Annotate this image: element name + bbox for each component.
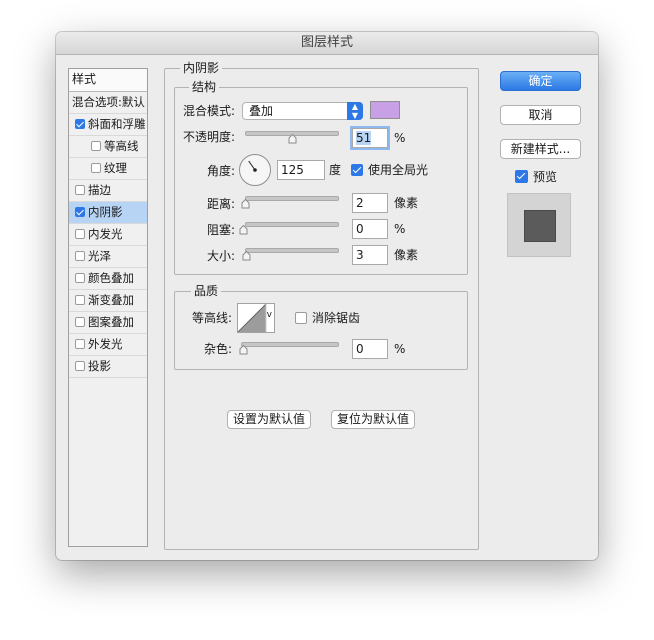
noise-label: 杂色: bbox=[203, 342, 232, 356]
contour-label: 等高线: bbox=[191, 311, 232, 325]
size-input[interactable]: 3 bbox=[352, 245, 388, 265]
global-light-checkbox[interactable] bbox=[351, 164, 363, 176]
ok-button[interactable]: 确定 bbox=[500, 71, 581, 91]
size-label: 大小: bbox=[206, 249, 235, 263]
style-item-label: 内发光 bbox=[88, 227, 123, 241]
style-list-item[interactable]: 斜面和浮雕 bbox=[69, 114, 147, 136]
style-item-checkbox[interactable] bbox=[75, 361, 85, 371]
choke-unit: % bbox=[394, 222, 406, 236]
style-item-checkbox[interactable] bbox=[75, 273, 85, 283]
contour-picker[interactable]: v bbox=[237, 303, 275, 333]
dialog-title: 图层样式 bbox=[56, 32, 598, 55]
choke-label: 阻塞: bbox=[206, 223, 235, 237]
style-item-checkbox[interactable] bbox=[75, 251, 85, 261]
angle-unit: 度 bbox=[329, 163, 342, 177]
noise-slider-thumb[interactable] bbox=[239, 345, 248, 355]
quality-group: 品质 等高线: v 消除锯齿 杂色: 0 % bbox=[174, 284, 468, 370]
style-item-label: 描边 bbox=[88, 183, 111, 197]
choke-slider-track[interactable] bbox=[245, 222, 339, 227]
style-item-label: 外发光 bbox=[88, 337, 123, 351]
shadow-color-swatch[interactable] bbox=[370, 101, 400, 119]
noise-input[interactable]: 0 bbox=[352, 339, 388, 359]
size-slider-track[interactable] bbox=[245, 248, 339, 253]
choke-slider-thumb[interactable] bbox=[239, 225, 248, 235]
noise-unit: % bbox=[394, 342, 406, 356]
reset-default-button[interactable]: 复位为默认值 bbox=[331, 410, 415, 429]
style-item-checkbox[interactable] bbox=[75, 339, 85, 349]
blend-options-item[interactable]: 混合选项:默认 bbox=[69, 92, 147, 114]
style-item-label: 等高线 bbox=[104, 139, 139, 153]
choke-input[interactable]: 0 bbox=[352, 219, 388, 239]
angle-input[interactable]: 125 bbox=[277, 160, 325, 180]
set-default-button[interactable]: 设置为默认值 bbox=[227, 410, 311, 429]
preview-label: 预览 bbox=[533, 170, 558, 184]
distance-slider-track[interactable] bbox=[245, 196, 339, 201]
style-list-item[interactable]: 描边 bbox=[69, 180, 147, 202]
style-list-item[interactable]: 等高线 bbox=[69, 136, 147, 158]
distance-slider-thumb[interactable] bbox=[241, 199, 250, 209]
angle-label: 角度: bbox=[206, 164, 235, 178]
global-light-label: 使用全局光 bbox=[368, 163, 429, 177]
distance-label: 距离: bbox=[206, 197, 235, 211]
angle-dial[interactable] bbox=[239, 154, 271, 186]
style-item-label: 光泽 bbox=[88, 249, 111, 263]
style-item-checkbox[interactable] bbox=[91, 141, 101, 151]
style-list-item[interactable]: 内阴影 bbox=[69, 202, 147, 224]
new-style-button[interactable]: 新建样式... bbox=[500, 139, 581, 159]
style-list-item[interactable]: 图案叠加 bbox=[69, 312, 147, 334]
structure-title: 结构 bbox=[189, 80, 220, 94]
opacity-input[interactable]: 51 bbox=[352, 128, 388, 148]
distance-unit: 像素 bbox=[394, 196, 419, 210]
distance-input[interactable]: 2 bbox=[352, 193, 388, 213]
size-unit: 像素 bbox=[394, 248, 419, 262]
structure-group: 结构 混合模式: 叠加 ▲ ▼ 不透明度: 51 % 角度: 125 度 使用全… bbox=[174, 80, 468, 275]
style-item-label: 颜色叠加 bbox=[88, 271, 134, 285]
cancel-button[interactable]: 取消 bbox=[500, 105, 581, 125]
style-item-label: 内阴影 bbox=[88, 205, 123, 219]
preview-swatch bbox=[524, 210, 556, 242]
size-slider-thumb[interactable] bbox=[242, 251, 251, 261]
contour-dropdown-icon[interactable]: v bbox=[267, 310, 272, 320]
style-list-item[interactable]: 投影 bbox=[69, 356, 147, 378]
blend-mode-value: 叠加 bbox=[249, 104, 274, 118]
style-item-label: 投影 bbox=[88, 359, 111, 373]
style-item-label: 纹理 bbox=[104, 161, 127, 175]
style-item-checkbox[interactable] bbox=[75, 317, 85, 327]
noise-slider-track[interactable] bbox=[241, 342, 339, 347]
inner-shadow-panel: 内阴影 结构 混合模式: 叠加 ▲ ▼ 不透明度: 51 % 角度: 125 度… bbox=[164, 61, 479, 550]
style-list-item[interactable]: 颜色叠加 bbox=[69, 268, 147, 290]
styles-header[interactable]: 样式 bbox=[69, 69, 147, 92]
opacity-slider-thumb[interactable] bbox=[288, 134, 297, 144]
style-item-checkbox[interactable] bbox=[75, 119, 85, 129]
style-list: 样式 混合选项:默认 斜面和浮雕等高线纹理描边内阴影内发光光泽颜色叠加渐变叠加图… bbox=[68, 68, 148, 547]
style-list-item[interactable]: 内发光 bbox=[69, 224, 147, 246]
opacity-unit: % bbox=[394, 131, 406, 145]
style-preview bbox=[507, 193, 571, 257]
inner-shadow-title: 内阴影 bbox=[180, 61, 223, 75]
style-list-item[interactable]: 外发光 bbox=[69, 334, 147, 356]
antialias-label: 消除锯齿 bbox=[312, 311, 361, 325]
style-item-label: 图案叠加 bbox=[88, 315, 134, 329]
preview-checkbox[interactable] bbox=[515, 170, 528, 183]
style-item-label: 斜面和浮雕 bbox=[88, 117, 146, 131]
style-list-item[interactable]: 纹理 bbox=[69, 158, 147, 180]
style-item-label: 渐变叠加 bbox=[88, 293, 134, 307]
style-item-checkbox[interactable] bbox=[75, 185, 85, 195]
chevron-updown-icon: ▲ ▼ bbox=[347, 102, 363, 120]
layer-style-dialog: 图层样式 样式 混合选项:默认 斜面和浮雕 等高线 纹理 描边 内阴影 内发光 光泽 颜色叠加… bbox=[56, 32, 598, 560]
quality-title: 品质 bbox=[191, 284, 222, 298]
angle-indicator-icon bbox=[248, 160, 257, 172]
blend-mode-select[interactable]: 叠加 ▲ ▼ bbox=[242, 102, 363, 120]
style-list-item[interactable]: 渐变叠加 bbox=[69, 290, 147, 312]
style-item-checkbox[interactable] bbox=[75, 207, 85, 217]
style-item-checkbox[interactable] bbox=[91, 163, 101, 173]
blend-mode-label: 混合模式: bbox=[182, 104, 235, 118]
style-list-item[interactable]: 光泽 bbox=[69, 246, 147, 268]
antialias-checkbox[interactable] bbox=[295, 312, 307, 324]
style-item-checkbox[interactable] bbox=[75, 295, 85, 305]
style-item-checkbox[interactable] bbox=[75, 229, 85, 239]
opacity-label: 不透明度: bbox=[182, 130, 235, 144]
